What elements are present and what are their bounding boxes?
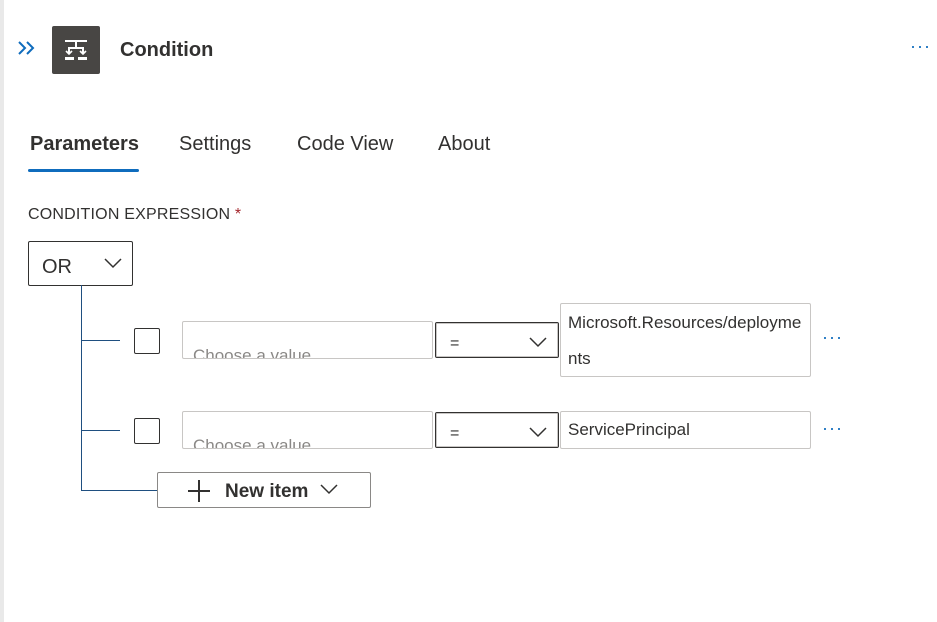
chevron-down-icon (529, 337, 547, 348)
condition-icon (52, 26, 100, 74)
chevron-down-icon (104, 258, 122, 269)
plus-icon (188, 480, 210, 502)
tab-parameters[interactable]: Parameters (30, 133, 139, 156)
active-tab-indicator (28, 169, 139, 172)
tree-branch-row-2 (81, 430, 120, 431)
new-item-button[interactable]: New item (157, 472, 371, 508)
right-value-text: ServicePrincipal (568, 420, 690, 439)
operator-value: = (450, 335, 460, 352)
tree-branch-row-1 (81, 340, 120, 341)
chevron-down-icon (529, 427, 547, 438)
required-marker: * (234, 206, 242, 223)
right-value-input[interactable]: Microsoft.Resources/deployments (560, 303, 811, 377)
tab-about[interactable]: About (438, 133, 490, 156)
left-value-placeholder: Choose a value (193, 346, 312, 359)
tab-code-view[interactable]: Code View (297, 133, 393, 156)
row-more-options-icon[interactable]: ··· (822, 327, 843, 348)
operator-dropdown[interactable]: = (435, 412, 559, 448)
right-value-text: Microsoft.Resources/deployments (568, 313, 802, 368)
group-operator-dropdown[interactable]: OR (28, 241, 133, 286)
row-checkbox[interactable] (134, 418, 160, 444)
tab-settings[interactable]: Settings (179, 133, 251, 156)
condition-expression-label: CONDITION EXPRESSION * (28, 206, 241, 224)
row-checkbox[interactable] (134, 328, 160, 354)
more-options-icon[interactable]: ··· (910, 36, 934, 56)
group-operator-value: OR (42, 256, 72, 278)
condition-expression-text: CONDITION EXPRESSION (28, 206, 231, 223)
left-value-placeholder: Choose a value (193, 436, 312, 449)
page-title: Condition (120, 39, 214, 61)
chevron-down-icon (320, 484, 338, 495)
operator-value: = (450, 425, 460, 442)
tree-branch-new-item (81, 490, 157, 491)
left-value-input[interactable]: Choose a value (182, 411, 433, 449)
tree-vertical-line (81, 285, 82, 491)
double-chevron-right-icon[interactable] (16, 40, 40, 60)
row-more-options-icon[interactable]: ··· (822, 418, 843, 439)
right-value-input[interactable]: ServicePrincipal (560, 411, 811, 449)
operator-dropdown[interactable]: = (435, 322, 559, 358)
left-rail (0, 0, 4, 622)
left-value-input[interactable]: Choose a value (182, 321, 433, 359)
new-item-label: New item (225, 481, 309, 502)
